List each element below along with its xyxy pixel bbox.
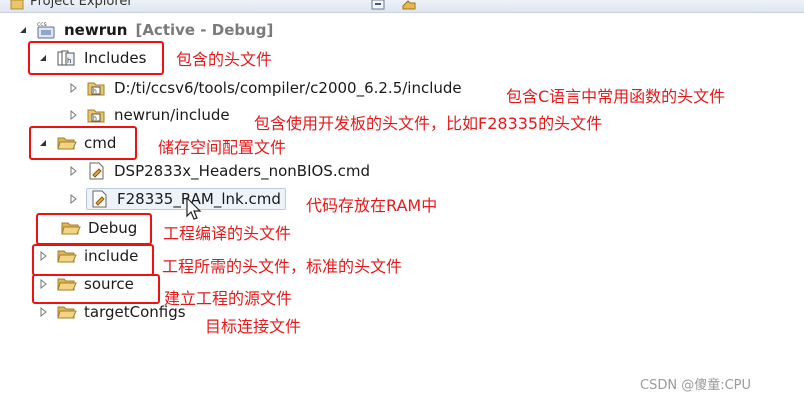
annotation-cmd: 储存空间配置文件 xyxy=(158,138,287,157)
annotation-compiler-include: 包含C语言中常用函数的头文件 xyxy=(506,87,726,106)
annotation-targetconfigs: 目标连接文件 xyxy=(205,317,302,336)
project-name: newrun xyxy=(64,21,128,39)
tree-label: DSP2833x_Headers_nonBIOS.cmd xyxy=(114,162,370,180)
highlight-box-includes xyxy=(28,41,164,75)
svg-text:ccs: ccs xyxy=(37,21,47,28)
highlight-box-source xyxy=(32,274,160,304)
collapse-all-icon[interactable] xyxy=(370,0,386,10)
tree-label: newrun/include xyxy=(114,106,230,124)
tree-item-newrun-include[interactable]: h newrun/include xyxy=(66,102,230,128)
collapsed-triangle-icon[interactable] xyxy=(36,305,50,319)
watermark: CSDN @傻童:CPU xyxy=(640,378,752,393)
mouse-cursor-icon xyxy=(186,197,202,220)
tree-item-project[interactable]: ccs newrun [Active - Debug] xyxy=(16,17,273,43)
link-with-editor-icon[interactable] xyxy=(401,0,417,10)
ccs-project-icon: ccs xyxy=(36,21,58,39)
svg-text:h: h xyxy=(93,88,97,95)
cmd-file-icon xyxy=(86,162,108,180)
collapsed-triangle-icon[interactable] xyxy=(66,108,80,122)
view-title: Project Explorer xyxy=(30,0,133,9)
annotation-includes: 包含的头文件 xyxy=(176,50,273,69)
highlight-box-include xyxy=(32,244,154,276)
view-title-bar: Project Explorer xyxy=(0,0,804,13)
cmd-file-icon xyxy=(89,190,111,208)
annotation-newrun-include: 包含使用开发板的头文件，比如F28335的头文件 xyxy=(254,114,603,133)
highlight-box-debug xyxy=(36,213,152,245)
folder-open-icon xyxy=(56,303,78,321)
include-path-icon: h xyxy=(86,106,108,124)
tree-item-ram-cmd[interactable]: F28335_RAM_lnk.cmd xyxy=(66,186,286,212)
svg-text:h: h xyxy=(93,115,97,122)
annotation-include: 工程所需的头文件，标准的头文件 xyxy=(162,257,403,276)
expanded-triangle-icon[interactable] xyxy=(16,23,30,37)
collapsed-triangle-icon[interactable] xyxy=(66,164,80,178)
annotation-ram-cmd: 代码存放在RAM中 xyxy=(306,196,438,215)
highlight-box-cmd xyxy=(29,126,137,160)
include-path-icon: h xyxy=(86,79,108,97)
tree-item-compiler-include[interactable]: h D:/ti/ccsv6/tools/compiler/c2000_6.2.5… xyxy=(66,75,462,101)
annotation-source: 建立工程的源文件 xyxy=(164,289,293,308)
annotation-debug: 工程编译的头文件 xyxy=(163,224,292,243)
tree-label: D:/ti/ccsv6/tools/compiler/c2000_6.2.5/i… xyxy=(114,79,462,97)
tree-item-headers-cmd[interactable]: DSP2833x_Headers_nonBIOS.cmd xyxy=(66,158,370,184)
project-status: [Active - Debug] xyxy=(135,21,274,39)
collapsed-triangle-icon[interactable] xyxy=(66,192,80,206)
collapsed-triangle-icon[interactable] xyxy=(66,81,80,95)
project-explorer-icon xyxy=(10,0,24,10)
